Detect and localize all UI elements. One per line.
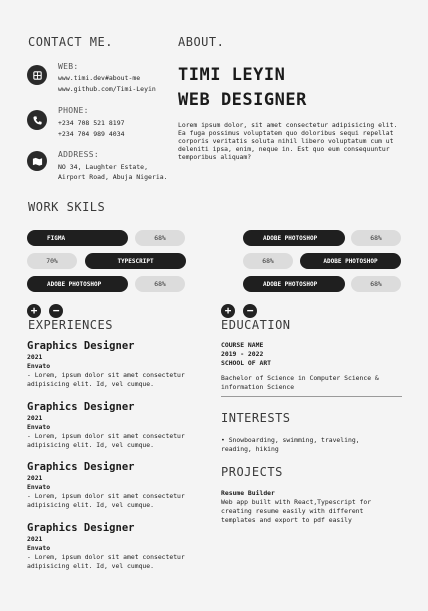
experience-role: Graphics Designer bbox=[27, 522, 135, 534]
skill-value-photoshop-1: 68% bbox=[135, 276, 185, 292]
experience-role: Graphics Designer bbox=[27, 340, 135, 352]
phone-number-2: +234 704 989 4034 bbox=[58, 130, 125, 138]
project-name: Resume Builder bbox=[221, 489, 275, 497]
divider bbox=[221, 396, 402, 397]
skill-value-photoshop-2: 68% bbox=[351, 230, 401, 246]
education-item: COURSE NAME 2019 - 2022 SCHOOL OF ART Ba… bbox=[221, 341, 401, 392]
address-label: ADDRESS: bbox=[58, 150, 99, 159]
experience-role: Graphics Designer bbox=[27, 461, 135, 473]
skill-pill-photoshop-3[interactable]: ADOBE PHOTOSHOP bbox=[300, 253, 401, 269]
projects-title: PROJECTS bbox=[221, 465, 283, 479]
web-link-2[interactable]: www.github.com/Timi-Leyin bbox=[58, 84, 156, 94]
experience-item: Graphics Designer 2021 Envato - Lorem, i… bbox=[27, 401, 207, 450]
experience-year: 2021 bbox=[27, 474, 43, 482]
experiences-title: EXPERIENCES bbox=[28, 318, 113, 332]
remove-experience-button[interactable]: − bbox=[49, 304, 63, 318]
education-title: EDUCATION bbox=[221, 318, 291, 332]
experience-company: Envato bbox=[27, 544, 51, 552]
experience-company: Envato bbox=[27, 362, 51, 370]
remove-education-button[interactable]: − bbox=[243, 304, 257, 318]
experience-role: Graphics Designer bbox=[27, 401, 135, 413]
web-label: WEB: bbox=[58, 62, 79, 71]
address-line-2: Airport Road, Abuja Nigeria. bbox=[58, 173, 168, 181]
skill-value-typescript: 70% bbox=[27, 253, 77, 269]
experience-year: 2021 bbox=[27, 414, 43, 422]
globe-icon bbox=[27, 65, 47, 85]
education-years: 2019 - 2022 bbox=[221, 350, 264, 358]
map-icon bbox=[27, 151, 47, 171]
experience-desc: - Lorem, ipsum dolor sit amet consectetu… bbox=[27, 432, 185, 449]
education-degree: Bachelor of Science in Computer Science … bbox=[221, 374, 379, 391]
skill-value-photoshop-4: 68% bbox=[351, 276, 401, 292]
person-name: TIMI LEYIN bbox=[178, 65, 286, 85]
experience-desc: - Lorem, ipsum dolor sit amet consectetu… bbox=[27, 492, 185, 509]
about-text: Lorem ipsum dolor, sit amet consectetur … bbox=[178, 121, 398, 161]
experience-desc: - Lorem, ipsum dolor sit amet consectetu… bbox=[27, 553, 185, 570]
experience-year: 2021 bbox=[27, 535, 43, 543]
education-course: COURSE NAME bbox=[221, 341, 264, 349]
phone-label: PHONE: bbox=[58, 106, 89, 115]
phone-icon bbox=[27, 110, 47, 130]
interests-list: • Snowboarding, swimming, traveling, rea… bbox=[221, 436, 360, 453]
experience-year: 2021 bbox=[27, 353, 43, 361]
skill-pill-photoshop-1[interactable]: ADOBE PHOTOSHOP bbox=[27, 276, 128, 292]
web-link-1[interactable]: www.timi.dev#about-me bbox=[58, 73, 140, 83]
skill-pill-photoshop-2[interactable]: ADOBE PHOTOSHOP bbox=[243, 230, 345, 246]
skill-pill-typescript[interactable]: TYPESCRIPT bbox=[85, 253, 186, 269]
project-desc: Web app built with React,Typescript for … bbox=[221, 498, 372, 524]
experience-item: Graphics Designer 2021 Envato - Lorem, i… bbox=[27, 461, 207, 510]
skill-pill-photoshop-4[interactable]: ADOBE PHOTOSHOP bbox=[243, 276, 345, 292]
experience-item: Graphics Designer 2021 Envato - Lorem, i… bbox=[27, 340, 207, 389]
skill-value-photoshop-3: 68% bbox=[243, 253, 293, 269]
skill-pill-figma[interactable]: FIGMA bbox=[27, 230, 128, 246]
education-school: SCHOOL OF ART bbox=[221, 359, 272, 367]
experience-company: Envato bbox=[27, 483, 51, 491]
skill-value-figma: 68% bbox=[135, 230, 185, 246]
add-education-button[interactable]: + bbox=[221, 304, 235, 318]
skills-title: WORK SKILS bbox=[28, 200, 106, 214]
phone-number-1: +234 708 521 8197 bbox=[58, 119, 125, 127]
project-item: Resume Builder Web app built with React,… bbox=[221, 489, 396, 525]
contact-title: CONTACT ME. bbox=[28, 35, 113, 49]
interests-title: INTERESTS bbox=[221, 411, 291, 425]
about-title: ABOUT. bbox=[178, 35, 225, 49]
experience-item: Graphics Designer 2021 Envato - Lorem, i… bbox=[27, 522, 207, 571]
add-experience-button[interactable]: + bbox=[27, 304, 41, 318]
experience-company: Envato bbox=[27, 423, 51, 431]
person-role: WEB DESIGNER bbox=[178, 90, 307, 110]
experience-desc: - Lorem, ipsum dolor sit amet consectetu… bbox=[27, 371, 185, 388]
address-line-1: NO 34, Laughter Estate, bbox=[58, 163, 149, 171]
